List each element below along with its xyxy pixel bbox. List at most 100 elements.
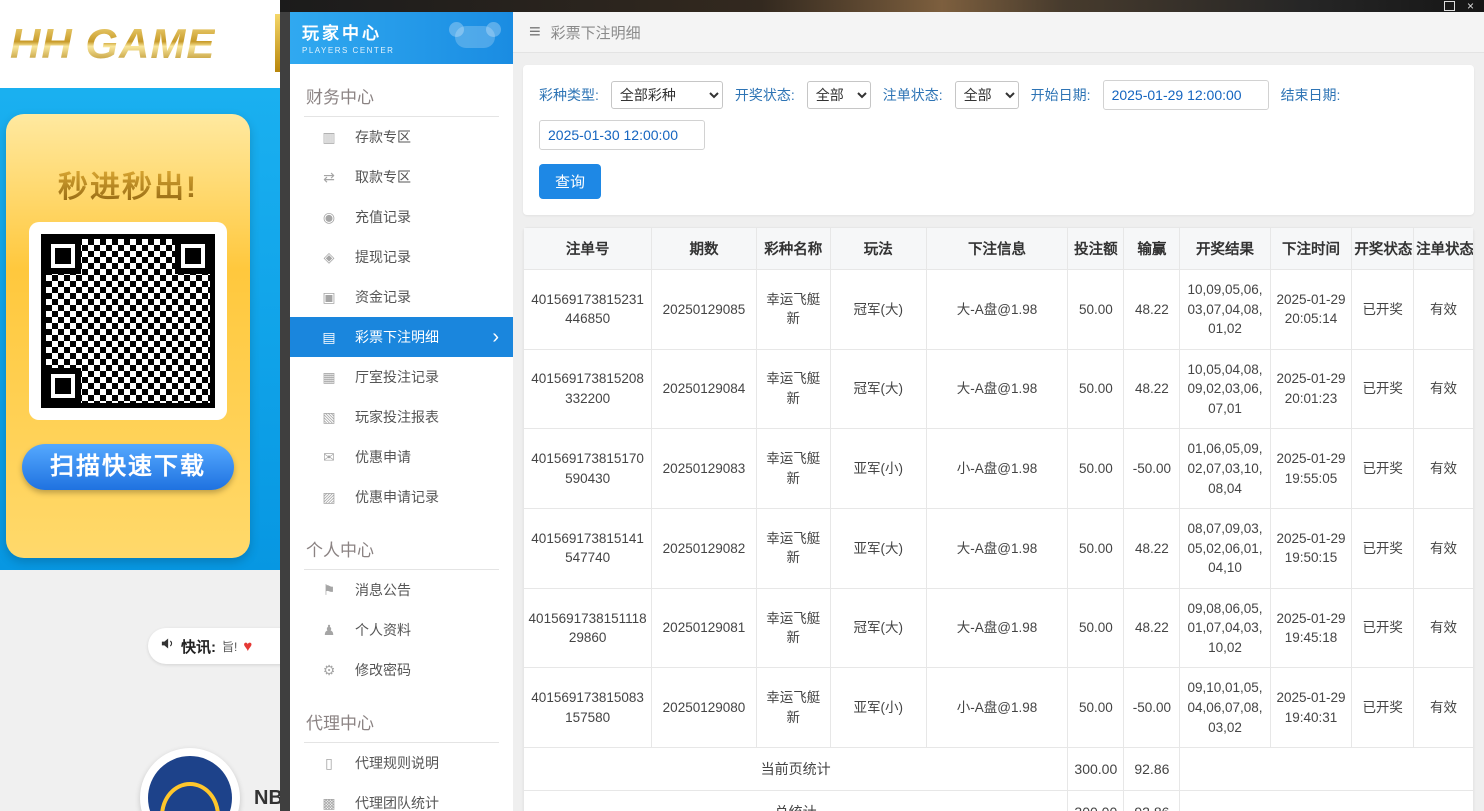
cell-draw-result: 01,06,05,09,02,07,03,10,08,04 [1180,429,1270,509]
table-row: 40156917381520833220020250129084幸运飞艇新冠军(… [524,349,1474,429]
close-window-icon[interactable]: × [1467,1,1474,11]
qr-code [29,222,227,420]
summary-empty [1180,748,1474,791]
end-date-input[interactable] [539,120,705,150]
cell-draw-result: 08,07,09,03,05,02,06,01,04,10 [1180,509,1270,589]
sidebar-item-player-bet-report[interactable]: ▧玩家投注报表 [290,397,513,437]
filter-actions: 查询 [539,164,1458,199]
sidebar-item-deposit-zone[interactable]: ▥存款专区 [290,117,513,157]
sidebar-item-promo-apply-records[interactable]: ▨优惠申请记录 [290,477,513,517]
cell-bet-info: 小-A盘@1.98 [926,429,1068,509]
withdrawal-record-icon: ◈ [320,249,338,266]
qr-finder-icon [45,238,81,274]
start-date-input[interactable] [1103,80,1269,110]
cell-order-status: 有效 [1414,588,1474,668]
cell-bet-amount: 50.00 [1068,429,1124,509]
bet-table: 注单号期数彩种名称玩法下注信息投注额输赢开奖结果下注时间开奖状态注单状态 401… [523,227,1474,811]
cell-win-loss: 48.22 [1124,270,1180,350]
ticker-label: 快讯: [181,636,216,657]
speaker-icon [160,636,175,656]
query-button[interactable]: 查询 [539,164,601,199]
table-row: 40156917381517059043020250129083幸运飞艇新亚军(… [524,429,1474,509]
cell-order-status: 有效 [1414,429,1474,509]
qr-finder-icon [45,368,81,404]
summary-bet-total: 300.00 [1068,748,1124,791]
agent-team-icon: ▩ [320,795,338,811]
cell-order-no: 401569173815083157580 [524,668,652,748]
table-row: 40156917381523144685020250129085幸运飞艇新冠军(… [524,270,1474,350]
chevron-right-icon: › [492,327,499,347]
cell-order-no: 401569173815141547740 [524,509,652,589]
draw-status-label: 开奖状态: [735,85,795,105]
cell-bet-info: 大-A盘@1.98 [926,509,1068,589]
cell-play-type: 亚军(小) [830,668,926,748]
cell-bet-amount: 50.00 [1068,668,1124,748]
cell-bet-info: 大-A盘@1.98 [926,349,1068,429]
cell-win-loss: -50.00 [1124,668,1180,748]
lottery-type-label: 彩种类型: [539,85,599,105]
sidebar-item-fund-records[interactable]: ▣ 资金记录 [290,277,513,317]
sidebar-item-label: 厅室投注记录 [355,367,439,387]
cell-issue: 20250129084 [652,349,756,429]
sidebar-section-title: 个人中心 [304,530,499,570]
cell-bet-time: 2025-01-29 19:45:18 [1270,588,1352,668]
background-page: HH GAME 秒进秒出! 扫描快速下载 快讯: 旨! [0,0,280,811]
sidebar-item-label: 消息公告 [355,580,411,600]
summary-row: 当前页统计300.0092.86 [524,748,1474,791]
cell-bet-amount: 50.00 [1068,509,1124,589]
restore-window-icon[interactable] [1444,1,1455,11]
start-date-label: 开始日期: [1031,85,1091,105]
cell-order-status: 有效 [1414,270,1474,350]
nba-label: NB [254,787,280,810]
cell-order-no: 401569173815170590430 [524,429,652,509]
cell-bet-time: 2025-01-29 20:05:14 [1270,270,1352,350]
menu-icon[interactable]: ≡ [529,21,541,44]
promo-card: 秒进秒出! 扫描快速下载 [6,114,250,558]
cell-win-loss: 48.22 [1124,509,1180,589]
cell-bet-time: 2025-01-29 20:01:23 [1270,349,1352,429]
column-header-bet-time: 下注时间 [1270,228,1352,270]
cell-bet-time: 2025-01-29 19:50:15 [1270,509,1352,589]
qr-pattern [41,234,215,408]
column-header-issue: 期数 [652,228,756,270]
lottery-type-select[interactable]: 全部彩种 [611,81,723,109]
nba-card: NB [140,748,280,811]
sidebar-item-promo-apply[interactable]: ✉优惠申请 [290,437,513,477]
order-status-select[interactable]: 全部 [955,81,1019,109]
sidebar-item-agent-team-stats[interactable]: ▩代理团队统计 [290,783,513,811]
cell-issue: 20250129083 [652,429,756,509]
cell-draw-result: 09,10,01,05,04,06,07,08,03,02 [1180,668,1270,748]
sidebar-section-title: 财务中心 [304,77,499,117]
promo-banner: 秒进秒出! 扫描快速下载 [0,88,280,570]
players-center-panel: 玩家中心 PLAYERS CENTER 财务中心▥存款专区⇄取款专区◉充值记录◈… [290,12,1484,811]
sidebar-item-label: 提现记录 [355,247,411,267]
draw-status-select[interactable]: 全部 [807,81,871,109]
overlay-region: × 玩家中心 PLAYERS CENTER 财务中心▥存款专区⇄取款专区◉充值记… [280,0,1484,811]
content-area: 彩种类型: 全部彩种 开奖状态: 全部 注单状态: 全部 [513,53,1484,811]
cell-order-no: 401569173815231446850 [524,270,652,350]
column-header-bet-amount: 投注额 [1068,228,1124,270]
cell-bet-amount: 50.00 [1068,588,1124,668]
filter-row: 彩种类型: 全部彩种 开奖状态: 全部 注单状态: 全部 [539,80,1458,150]
table-row: 40156917381508315758020250129080幸运飞艇新亚军(… [524,668,1474,748]
sidebar-item-label: 资金记录 [355,287,411,307]
sidebar-item-announcements[interactable]: ⚑ 消息公告 [290,570,513,610]
cell-issue: 20250129082 [652,509,756,589]
scan-download-button[interactable]: 扫描快速下载 [22,444,234,490]
cell-draw-status: 已开奖 [1352,509,1414,589]
sidebar-item-hall-bet-records[interactable]: ▦ 厅室投注记录 [290,357,513,397]
withdraw-icon: ⇄ [320,169,338,186]
sidebar-item-withdraw-zone[interactable]: ⇄取款专区 [290,157,513,197]
sidebar-item-label: 优惠申请记录 [355,487,439,507]
sidebar-item-lottery-bet-details[interactable]: ▤彩票下注明细› [290,317,513,357]
sidebar-item-change-password[interactable]: ⚙修改密码 [290,650,513,690]
sidebar-section-title: 代理中心 [304,703,499,743]
hall-bet-record-icon: ▦ [320,369,338,386]
sidebar-item-recharge-records[interactable]: ◉充值记录 [290,197,513,237]
fund-record-icon: ▣ [320,289,338,306]
sidebar-item-withdrawal-records[interactable]: ◈ 提现记录 [290,237,513,277]
sidebar-item-agent-rules[interactable]: ▯代理规则说明 [290,743,513,783]
ticker-text: 旨! [222,638,237,655]
announcement-icon: ⚑ [320,582,338,599]
sidebar-item-profile[interactable]: ♟个人资料 [290,610,513,650]
